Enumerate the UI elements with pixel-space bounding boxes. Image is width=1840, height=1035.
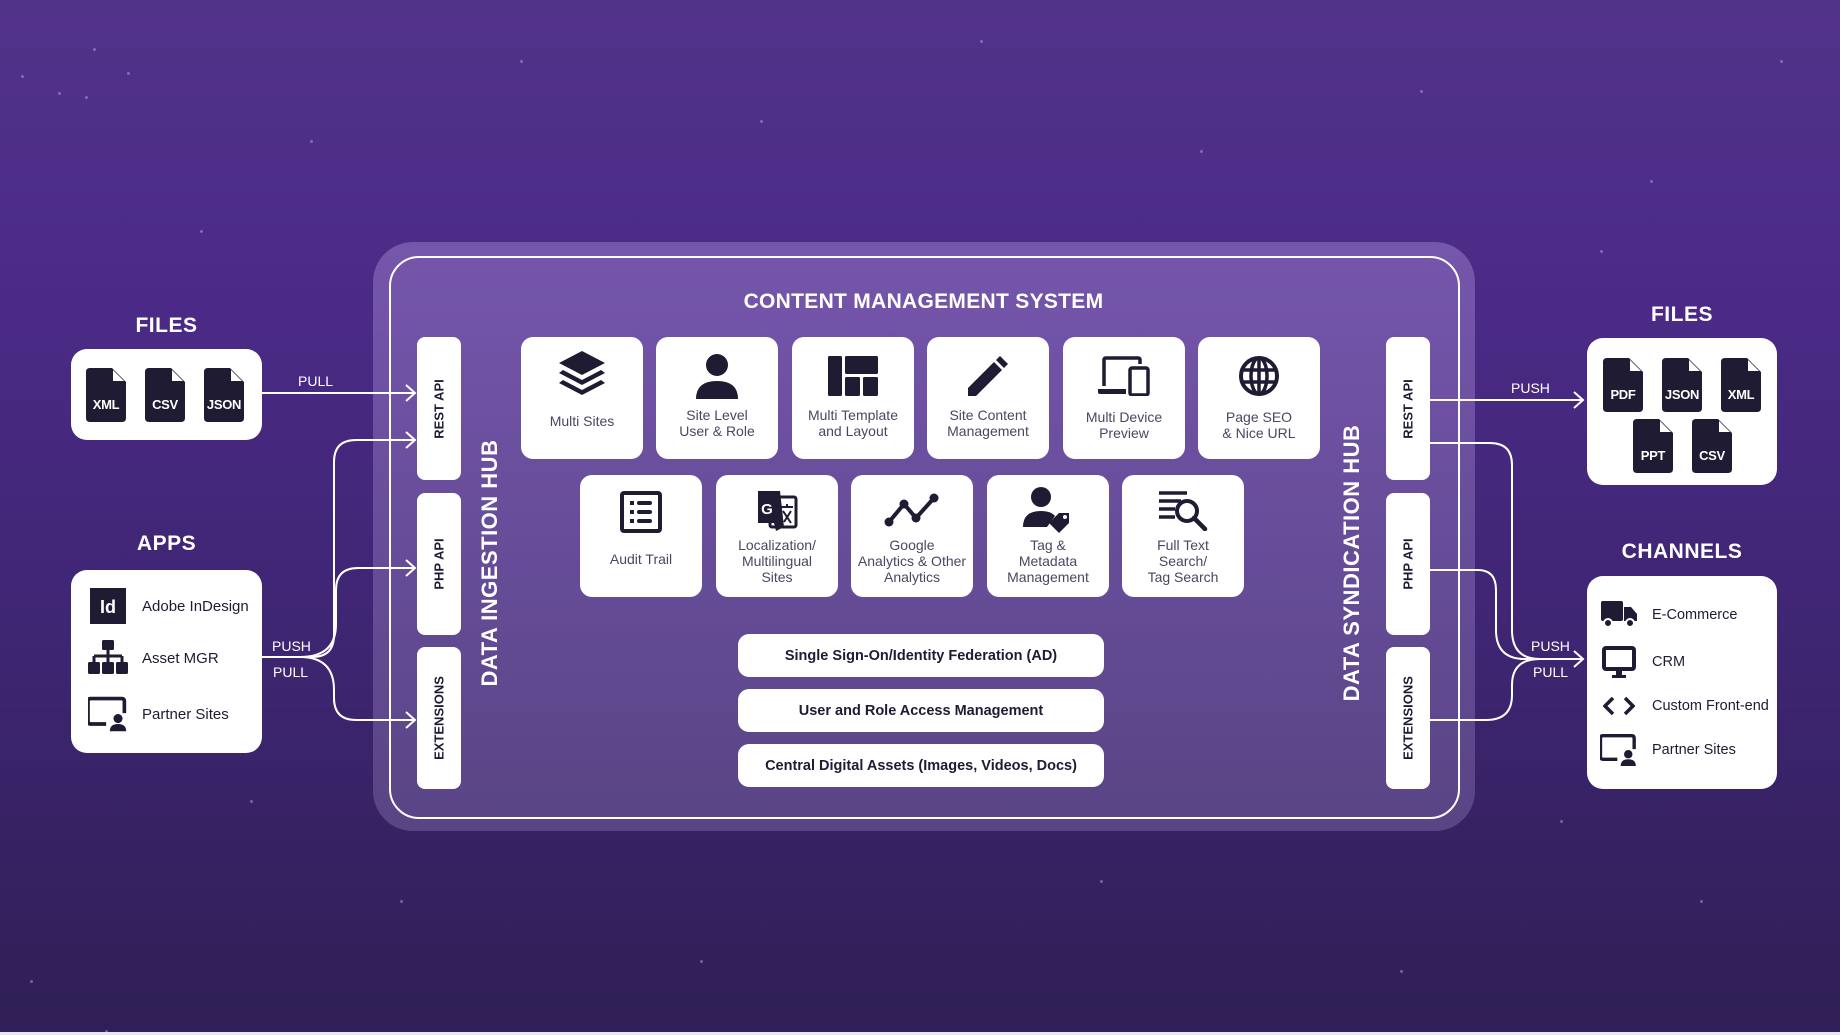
hierarchy-icon bbox=[88, 638, 128, 678]
feature-card-multi-sites[interactable]: Multi Sites bbox=[521, 337, 643, 459]
feature-card-page-seo[interactable]: Page SEO & Nice URL bbox=[1198, 337, 1320, 459]
partner-sites-icon bbox=[1600, 732, 1638, 768]
file-xml-icon: XML bbox=[1721, 358, 1761, 412]
php-channels-connector bbox=[1429, 569, 1526, 660]
channel-label: Custom Front-end bbox=[1652, 698, 1769, 714]
code-icon bbox=[1600, 688, 1638, 724]
feature-card-multi-template[interactable]: Multi Template and Layout bbox=[792, 337, 914, 459]
user-icon bbox=[656, 351, 778, 401]
ingestion-php-api[interactable]: PHP API bbox=[417, 493, 461, 635]
feature-card-site-content[interactable]: Site Content Management bbox=[927, 337, 1049, 459]
service-central-digital-assets[interactable]: Central Digital Assets (Images, Videos, … bbox=[738, 744, 1104, 787]
channel-item[interactable]: CRM bbox=[1600, 644, 1685, 680]
feature-card-multi-device[interactable]: Multi Device Preview bbox=[1063, 337, 1185, 459]
channels-title: CHANNELS bbox=[1621, 540, 1743, 563]
app-label: Adobe InDesign bbox=[142, 597, 249, 615]
translate-icon: G bbox=[716, 485, 838, 535]
user-tag-icon bbox=[987, 485, 1109, 535]
app-item[interactable]: Partner Sites bbox=[88, 694, 229, 734]
left-files-box: XML CSV JSON bbox=[71, 349, 262, 440]
syndication-php-api[interactable]: PHP API bbox=[1386, 493, 1430, 635]
layout-icon bbox=[792, 351, 914, 401]
apps-php-connector bbox=[299, 567, 415, 658]
channel-label: E-Commerce bbox=[1652, 607, 1738, 623]
files-pull-label: PULL bbox=[298, 373, 334, 389]
rest-channels-connector bbox=[1429, 442, 1541, 660]
ingestion-hub-label: DATA INGESTION HUB bbox=[477, 439, 502, 687]
left-files-title: FILES bbox=[135, 314, 198, 337]
service-sso[interactable]: Single Sign-On/Identity Federation (AD) bbox=[738, 634, 1104, 677]
syndication-extensions[interactable]: EXTENSIONS bbox=[1386, 647, 1430, 789]
channel-item[interactable]: E-Commerce bbox=[1600, 597, 1737, 633]
right-files-title: FILES bbox=[1650, 303, 1713, 326]
analytics-icon bbox=[851, 485, 973, 535]
truck-icon bbox=[1600, 597, 1638, 633]
ext-channels-connector bbox=[1429, 658, 1541, 721]
ingestion-extensions[interactable]: EXTENSIONS bbox=[417, 647, 461, 789]
monitor-icon bbox=[1600, 644, 1638, 680]
syndication-hub-label: DATA SYNDICATION HUB bbox=[1339, 424, 1364, 702]
channel-label: CRM bbox=[1652, 654, 1686, 670]
app-item[interactable]: Asset MGR bbox=[88, 638, 219, 678]
globe-icon bbox=[1198, 351, 1320, 401]
indesign-icon: Id bbox=[88, 586, 128, 626]
right-files-box: PDF JSON XML PPT CSV bbox=[1587, 338, 1777, 485]
text-search-icon bbox=[1122, 485, 1244, 535]
file-json-icon: JSON bbox=[1662, 358, 1702, 412]
service-user-role-access[interactable]: User and Role Access Management bbox=[738, 689, 1104, 732]
feature-card-analytics[interactable]: Google Analytics & Other Analytics bbox=[851, 475, 973, 597]
channel-item[interactable]: Partner Sites bbox=[1600, 732, 1736, 768]
channel-item[interactable]: Custom Front-end bbox=[1600, 688, 1769, 724]
feature-card-full-text-search[interactable]: Full Text Search/ Tag Search bbox=[1122, 475, 1244, 597]
app-item[interactable]: Id Adobe InDesign bbox=[88, 586, 249, 626]
apps-rest-connector bbox=[262, 439, 415, 658]
apps-ext-connector bbox=[299, 656, 415, 721]
channels-push-label: PUSH bbox=[1531, 638, 1570, 654]
partner-sites-icon bbox=[88, 694, 128, 734]
channel-label: Partner Sites bbox=[1652, 742, 1736, 758]
feature-card-site-level-user-role[interactable]: Site Level User & Role bbox=[656, 337, 778, 459]
file-pdf-icon: PDF bbox=[1603, 358, 1643, 412]
apps-push-label: PUSH bbox=[272, 638, 311, 654]
svg-text:G: G bbox=[761, 501, 773, 518]
feature-card-tag-metadata[interactable]: Tag & Metadata Management bbox=[987, 475, 1109, 597]
feature-card-audit-trail[interactable]: Audit Trail bbox=[580, 475, 702, 597]
pencil-icon bbox=[927, 351, 1049, 401]
file-csv-icon: CSV bbox=[1692, 419, 1732, 473]
app-label: Asset MGR bbox=[142, 649, 219, 667]
file-xml-icon: XML bbox=[86, 368, 126, 422]
devices-icon bbox=[1063, 351, 1185, 401]
svg-text:Id: Id bbox=[100, 597, 116, 617]
file-ppt-icon: PPT bbox=[1633, 419, 1673, 473]
apps-pull-label: PULL bbox=[273, 664, 309, 680]
feature-card-localization[interactable]: G Localization/ Multilingual Sites bbox=[716, 475, 838, 597]
list-icon bbox=[580, 487, 702, 537]
ingestion-rest-api[interactable]: REST API bbox=[417, 337, 461, 480]
syndication-rest-api[interactable]: REST API bbox=[1386, 337, 1430, 480]
file-json-icon: JSON bbox=[204, 368, 244, 422]
app-label: Partner Sites bbox=[142, 705, 229, 723]
channels-pull-label: PULL bbox=[1533, 664, 1569, 680]
apps-title: APPS bbox=[136, 532, 197, 555]
file-csv-icon: CSV bbox=[145, 368, 185, 422]
rest-push-label: PUSH bbox=[1511, 380, 1550, 396]
layers-icon bbox=[521, 349, 643, 399]
